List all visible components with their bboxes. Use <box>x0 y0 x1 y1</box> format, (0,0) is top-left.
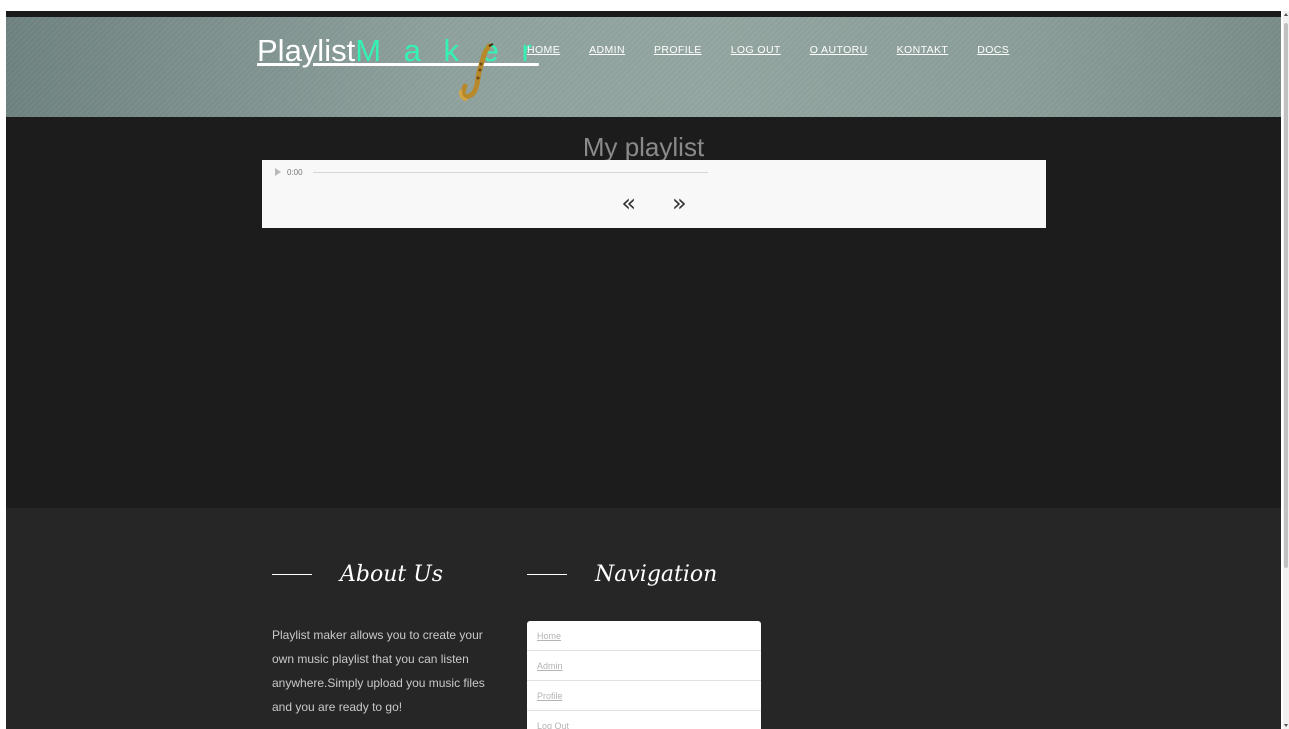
footer-nav-list: Home Admin Profile Log Out <box>527 621 761 729</box>
header <box>6 17 1281 117</box>
nav-docs[interactable]: DOCS <box>977 44 1009 58</box>
navigation-heading: Navigation <box>527 562 717 587</box>
previous-track-button[interactable]: « <box>621 189 636 217</box>
footer-nav-profile[interactable]: Profile <box>537 691 563 701</box>
about-title: About Us <box>340 562 444 587</box>
heading-line <box>527 574 567 575</box>
footer-nav-logout[interactable]: Log Out <box>537 721 569 729</box>
scroll-thumb[interactable] <box>1284 23 1288 568</box>
next-track-button[interactable]: » <box>672 189 687 217</box>
about-text: Playlist maker allows you to create your… <box>272 628 485 714</box>
player-panel: 0:00 « » <box>262 160 1046 228</box>
nav-profile[interactable]: PROFILE <box>654 44 702 58</box>
audio-time: 0:00 <box>287 167 303 177</box>
saxophone-icon <box>459 43 494 102</box>
list-item: Admin <box>527 651 761 681</box>
main-nav: HOME ADMIN PROFILE LOG OUT O AUTORU KONT… <box>527 44 1038 58</box>
site-logo-link[interactable]: PlaylistM a k e r <box>257 33 539 73</box>
vertical-scrollbar[interactable] <box>1283 11 1289 729</box>
nav-about-author[interactable]: O AUTORU <box>810 44 868 58</box>
list-item: Log Out <box>527 711 761 729</box>
track-controls: « » <box>262 186 1046 220</box>
about-heading: About Us <box>272 562 443 587</box>
scroll-up-icon[interactable] <box>1284 13 1288 16</box>
footer-nav-home[interactable]: Home <box>537 631 561 641</box>
nav-home[interactable]: HOME <box>527 44 560 58</box>
footer-nav-admin[interactable]: Admin <box>537 661 563 671</box>
audio-player: 0:00 <box>271 164 711 180</box>
navigation-title: Navigation <box>595 562 718 587</box>
nav-contact[interactable]: KONTAKT <box>897 44 949 58</box>
list-item: Profile <box>527 681 761 711</box>
page-title: My playlist <box>582 132 705 162</box>
logo-text-maker: M a k e r <box>355 33 539 68</box>
logo-text-playlist: Playlist <box>257 33 356 68</box>
heading-line <box>272 574 312 575</box>
scroll-down-icon[interactable] <box>1284 724 1288 727</box>
play-icon[interactable] <box>275 168 281 176</box>
page: PlaylistM a k e r HOME ADMIN PROFILE LOG… <box>0 0 1289 729</box>
audio-progress-bar[interactable] <box>312 171 708 173</box>
nav-logout[interactable]: LOG OUT <box>731 44 781 58</box>
nav-admin[interactable]: ADMIN <box>589 44 625 58</box>
list-item: Home <box>527 621 761 651</box>
